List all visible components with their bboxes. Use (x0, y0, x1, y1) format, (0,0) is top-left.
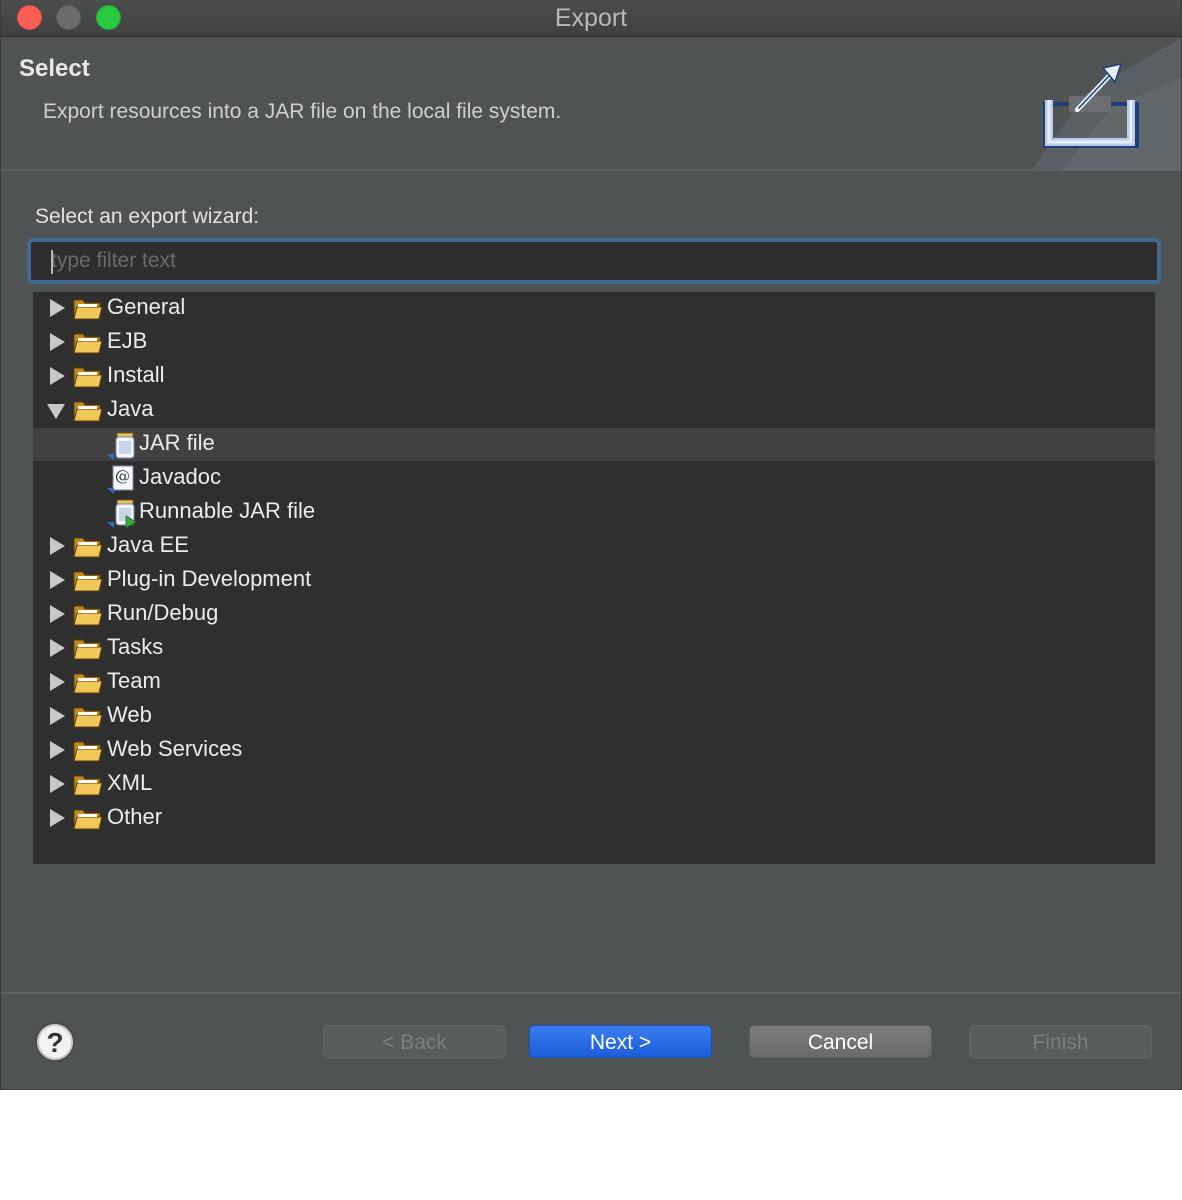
filter-input[interactable] (31, 242, 1157, 280)
expand-arrow-icon[interactable] (50, 673, 65, 691)
back-button[interactable]: < Back (323, 1025, 506, 1058)
export-dialog: Export Select Export resources into a JA… (0, 0, 1182, 1090)
tree-row-label: Runnable JAR file (139, 498, 316, 523)
next-button[interactable]: Next > (529, 1025, 712, 1058)
tree-row-label: Install (107, 362, 165, 387)
tree-category-row[interactable]: Tasks (33, 632, 1155, 665)
title-bar[interactable]: Export (1, 0, 1181, 37)
folder-icon (73, 705, 103, 729)
wizard-tree[interactable]: General EJB Install Java JAR file @ Javadoc Run… (33, 292, 1155, 864)
folder-icon (73, 603, 103, 627)
filter-field[interactable] (27, 238, 1161, 284)
tree-category-row[interactable]: Other (33, 802, 1155, 835)
folder-icon (73, 399, 103, 423)
tree-row-label: Other (107, 804, 163, 829)
expand-arrow-icon[interactable] (50, 367, 65, 385)
finish-button[interactable]: Finish (969, 1025, 1152, 1058)
wizard-header: Select Export resources into a JAR file … (1, 38, 1181, 171)
folder-icon (73, 569, 103, 593)
tree-category-row[interactable]: Java EE (33, 530, 1155, 563)
folder-icon (73, 637, 103, 661)
tree-category-row[interactable]: Web (33, 700, 1155, 733)
cancel-button[interactable]: Cancel (749, 1025, 932, 1058)
expand-arrow-icon[interactable] (50, 299, 65, 317)
tree-row-label: Javadoc (139, 464, 221, 489)
window-title: Export (554, 4, 628, 32)
folder-icon (73, 365, 103, 389)
svg-text:@: @ (115, 467, 130, 485)
wizard-prompt-label: Select an export wizard: (35, 205, 260, 228)
javadoc-icon: @ (105, 464, 137, 494)
tree-category-row[interactable]: Web Services (33, 734, 1155, 767)
tree-category-row[interactable]: Java (33, 394, 1155, 427)
tree-row-label: Web Services (107, 736, 243, 761)
tree-wizard-row[interactable]: @ Javadoc (33, 462, 1155, 495)
tree-row-label: Plug-in Development (107, 566, 312, 591)
tree-category-row[interactable]: Run/Debug (33, 598, 1155, 631)
tree-wizard-row[interactable]: JAR file (33, 428, 1155, 461)
footer-divider (1, 992, 1181, 994)
runnable-jar-icon (105, 498, 137, 529)
folder-icon (73, 331, 103, 355)
tree-category-row[interactable]: Plug-in Development (33, 564, 1155, 597)
tree-wizard-row[interactable]: Runnable JAR file (33, 496, 1155, 529)
tree-row-label: XML (107, 770, 153, 795)
tree-row-label: Java EE (107, 532, 189, 557)
tree-category-row[interactable]: Team (33, 666, 1155, 699)
expand-arrow-icon[interactable] (50, 333, 65, 351)
expand-arrow-icon[interactable] (50, 639, 65, 657)
tree-row-label: EJB (107, 328, 148, 353)
expand-arrow-icon[interactable] (50, 571, 65, 589)
folder-icon (73, 739, 103, 763)
folder-icon (73, 535, 103, 559)
expand-arrow-icon[interactable] (50, 741, 65, 759)
tree-row-label: Web (107, 702, 152, 727)
tree-row-label: Team (107, 668, 161, 693)
page-description: Export resources into a JAR file on the … (43, 100, 562, 123)
collapse-arrow-icon[interactable] (47, 404, 65, 419)
folder-icon (73, 297, 103, 321)
help-button[interactable]: ? (35, 1022, 75, 1062)
expand-arrow-icon[interactable] (50, 537, 65, 555)
folder-icon (73, 807, 103, 831)
tree-row-label: Java (107, 396, 154, 421)
page-title: Select (19, 55, 90, 82)
jar-icon (105, 430, 137, 460)
export-wizard-banner-icon (1031, 38, 1181, 171)
folder-icon (73, 773, 103, 797)
expand-arrow-icon[interactable] (50, 775, 65, 793)
tree-category-row[interactable]: EJB (33, 326, 1155, 359)
expand-arrow-icon[interactable] (50, 809, 65, 827)
tree-row-label: JAR file (139, 430, 215, 455)
tree-category-row[interactable]: XML (33, 768, 1155, 801)
expand-arrow-icon[interactable] (50, 605, 65, 623)
tree-category-row[interactable]: Install (33, 360, 1155, 393)
folder-icon (73, 671, 103, 695)
tree-row-label: Run/Debug (107, 600, 219, 625)
tree-category-row[interactable]: General (33, 292, 1155, 325)
tree-row-label: Tasks (107, 634, 164, 659)
text-caret (51, 250, 53, 274)
tree-row-label: General (107, 294, 186, 319)
expand-arrow-icon[interactable] (50, 707, 65, 725)
